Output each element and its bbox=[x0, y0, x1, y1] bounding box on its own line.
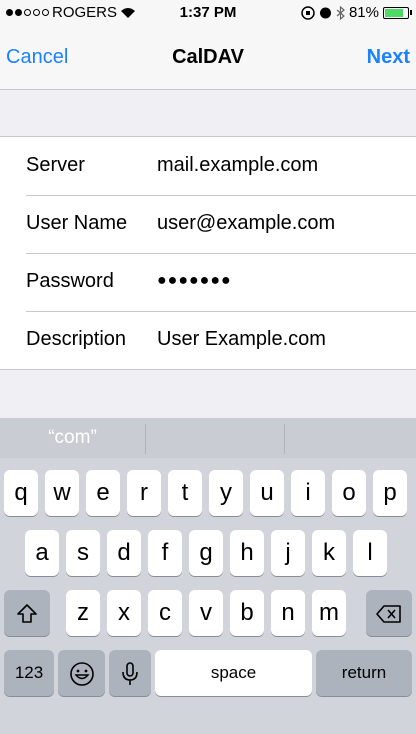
password-label: Password bbox=[26, 270, 114, 292]
key-z[interactable]: z bbox=[66, 590, 100, 636]
key-x[interactable]: x bbox=[107, 590, 141, 636]
key-v[interactable]: v bbox=[189, 590, 223, 636]
key-p[interactable]: p bbox=[373, 470, 407, 516]
description-row[interactable]: Description User Example.com bbox=[0, 311, 416, 369]
key-r[interactable]: r bbox=[127, 470, 161, 516]
page-title: CalDAV bbox=[172, 46, 244, 68]
suggestion-bar: “com” bbox=[0, 418, 416, 458]
key-a[interactable]: a bbox=[25, 530, 59, 576]
suggestion-item[interactable] bbox=[146, 418, 284, 458]
key-n[interactable]: n bbox=[271, 590, 305, 636]
key-s[interactable]: s bbox=[66, 530, 100, 576]
key-o[interactable]: o bbox=[332, 470, 366, 516]
next-button[interactable]: Next bbox=[367, 46, 410, 69]
key-g[interactable]: g bbox=[189, 530, 223, 576]
server-label: Server bbox=[26, 154, 85, 176]
username-label: User Name bbox=[26, 212, 128, 234]
key-m[interactable]: m bbox=[312, 590, 346, 636]
space-key[interactable]: space bbox=[155, 650, 312, 696]
key-j[interactable]: j bbox=[271, 530, 305, 576]
password-field[interactable]: ●●●●●●● bbox=[157, 272, 232, 290]
dictation-key[interactable] bbox=[109, 650, 151, 696]
shift-icon bbox=[17, 603, 37, 623]
key-y[interactable]: y bbox=[209, 470, 243, 516]
description-label: Description bbox=[26, 328, 127, 350]
battery-tip bbox=[410, 10, 412, 15]
shift-key[interactable] bbox=[4, 590, 50, 636]
status-bar: ROGERS 1:37 PM 81% bbox=[0, 0, 416, 28]
key-w[interactable]: w bbox=[45, 470, 79, 516]
keyboard: “com” q w e r t y u i o p a s d f g h j … bbox=[0, 418, 416, 734]
alarm-icon bbox=[319, 7, 331, 19]
delete-key[interactable] bbox=[366, 590, 412, 636]
key-l[interactable]: l bbox=[353, 530, 387, 576]
return-key[interactable]: return bbox=[316, 650, 412, 696]
password-row[interactable]: Password ●●●●●●● bbox=[0, 253, 416, 311]
key-d[interactable]: d bbox=[107, 530, 141, 576]
navigation-bar: Cancel CalDAV Next bbox=[0, 28, 416, 90]
account-form: Server mail.example.com User Name user@e… bbox=[0, 136, 416, 370]
username-row[interactable]: User Name user@example.com bbox=[0, 195, 416, 253]
key-i[interactable]: i bbox=[291, 470, 325, 516]
emoji-key[interactable] bbox=[58, 650, 105, 696]
orientation-lock-icon bbox=[301, 5, 315, 20]
key-k[interactable]: k bbox=[312, 530, 346, 576]
server-row[interactable]: Server mail.example.com bbox=[0, 137, 416, 195]
server-field[interactable]: mail.example.com bbox=[157, 154, 318, 177]
key-q[interactable]: q bbox=[4, 470, 38, 516]
status-right: 81% bbox=[301, 4, 412, 21]
key-f[interactable]: f bbox=[148, 530, 182, 576]
username-field[interactable]: user@example.com bbox=[157, 212, 335, 235]
description-field[interactable]: User Example.com bbox=[157, 328, 326, 351]
key-c[interactable]: c bbox=[148, 590, 182, 636]
key-t[interactable]: t bbox=[168, 470, 202, 516]
suggestion-item[interactable]: “com” bbox=[0, 418, 145, 458]
microphone-icon bbox=[122, 661, 138, 685]
numbers-key[interactable]: 123 bbox=[4, 650, 54, 696]
battery-fill bbox=[385, 8, 403, 17]
emoji-icon bbox=[69, 661, 94, 686]
key-e[interactable]: e bbox=[86, 470, 120, 516]
key-u[interactable]: u bbox=[250, 470, 284, 516]
backspace-icon bbox=[376, 604, 401, 623]
battery-percent: 81% bbox=[348, 4, 379, 21]
bluetooth-icon bbox=[336, 5, 345, 20]
suggestion-item[interactable] bbox=[285, 418, 416, 458]
key-b[interactable]: b bbox=[230, 590, 264, 636]
battery-icon bbox=[383, 6, 409, 19]
key-h[interactable]: h bbox=[230, 530, 264, 576]
